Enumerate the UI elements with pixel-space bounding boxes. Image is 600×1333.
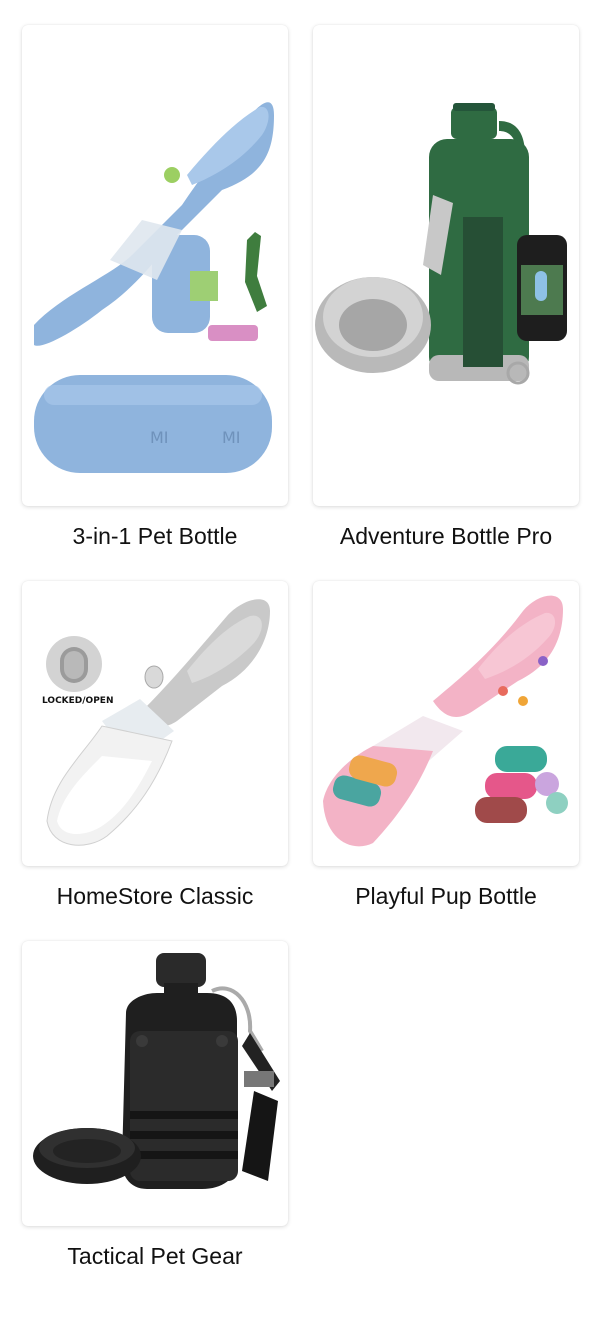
product-title[interactable]: Tactical Pet Gear <box>22 1242 288 1270</box>
product-image[interactable]: MI MI <box>22 25 288 506</box>
product-title[interactable]: Playful Pup Bottle <box>313 882 579 910</box>
svg-text:MI: MI <box>222 428 241 447</box>
gray-white-pet-bottle-icon: LOCKED/OPEN <box>42 599 270 846</box>
product-grid: MI MI 3-in-1 Pet Bottle Adventure Bottle… <box>0 0 600 1333</box>
lock-status-label: LOCKED/OPEN <box>42 696 113 706</box>
green-insulated-bottle-icon <box>315 103 567 385</box>
product-image[interactable]: LOCKED/OPEN <box>22 581 288 866</box>
product-image[interactable] <box>22 941 288 1226</box>
product-image[interactable] <box>313 581 579 866</box>
black-tactical-canteen-icon <box>33 953 280 1189</box>
product-image[interactable] <box>313 25 579 506</box>
blue-pet-bottle-icon: MI MI <box>34 102 274 473</box>
pink-paw-bottle-icon <box>323 595 568 847</box>
product-title[interactable]: HomeStore Classic <box>22 882 288 910</box>
svg-text:MI: MI <box>150 428 169 447</box>
product-title[interactable]: 3-in-1 Pet Bottle <box>22 522 288 550</box>
product-title[interactable]: Adventure Bottle Pro <box>313 522 579 550</box>
